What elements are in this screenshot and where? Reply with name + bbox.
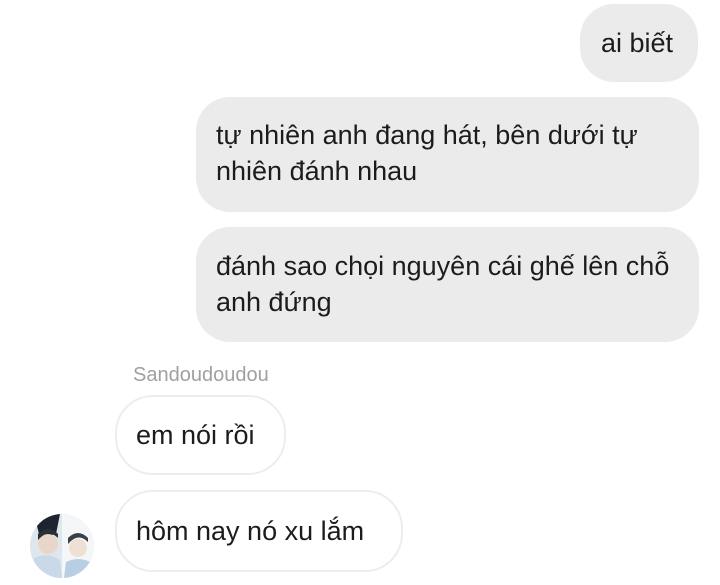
message-bubble-incoming[interactable]: em nói rồi [115, 395, 286, 475]
sender-avatar[interactable] [30, 514, 94, 578]
sender-name: Sandoudoudou [133, 364, 269, 386]
message-bubble-outgoing[interactable]: tự nhiên anh đang hát, bên dưới tự nhiên… [196, 97, 699, 212]
message-bubble-outgoing[interactable]: đánh sao chọi nguyên cái ghế lên chỗ anh… [196, 227, 699, 342]
avatar-photo-icon [30, 514, 94, 578]
message-text: em nói rồi [136, 420, 255, 450]
message-text: đánh sao chọi nguyên cái ghế lên chỗ anh… [216, 251, 670, 317]
message-text: tự nhiên anh đang hát, bên dưới tự nhiên… [216, 120, 638, 186]
message-text: hôm nay nó xu lắm [136, 516, 365, 546]
message-text: ai biết [601, 28, 674, 58]
message-bubble-incoming[interactable]: hôm nay nó xu lắm [115, 490, 403, 572]
message-bubble-outgoing[interactable]: ai biết [580, 4, 698, 82]
